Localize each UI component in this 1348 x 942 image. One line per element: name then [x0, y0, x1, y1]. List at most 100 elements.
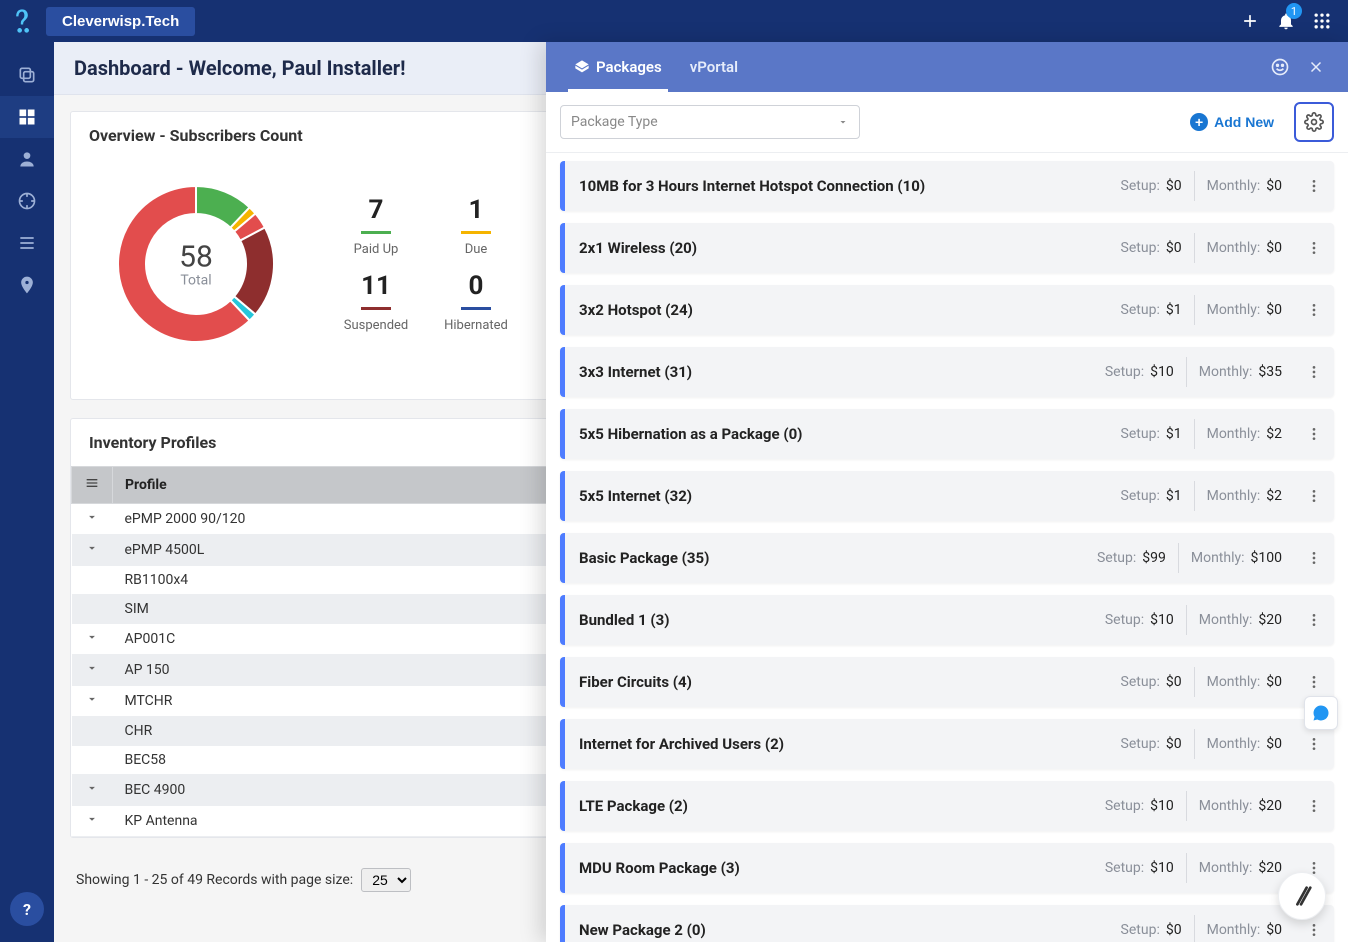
package-card[interactable]: Basic Package (35) Setup:$99 Monthly:$10… [560, 533, 1334, 583]
add-new-button[interactable]: + Add New [1190, 113, 1274, 131]
donut-total-label: Total [179, 273, 213, 289]
more-vert-icon[interactable] [1294, 302, 1334, 318]
package-name: Basic Package (35) [565, 549, 1085, 567]
setup-fee: Setup:$10 [1093, 605, 1186, 635]
page-size-select[interactable]: 25 [361, 868, 411, 892]
package-name: MDU Room Package (3) [565, 859, 1093, 877]
setup-fee: Setup:$0 [1109, 667, 1194, 697]
monthly-fee: Monthly:$2 [1194, 481, 1294, 511]
expand-toggle[interactable] [72, 655, 113, 686]
cell-profile: ePMP 4500L [113, 535, 562, 566]
more-vert-icon[interactable] [1294, 426, 1334, 442]
expand-toggle[interactable] [72, 535, 113, 566]
stat-bar [461, 231, 491, 234]
expand-toggle[interactable] [72, 624, 113, 655]
package-name: New Package 2 (0) [565, 921, 1109, 939]
package-card[interactable]: Internet for Archived Users (2) Setup:$0… [560, 719, 1334, 769]
setup-fee: Setup:$99 [1085, 543, 1178, 573]
tab-packages-label: Packages [596, 58, 662, 76]
package-type-select[interactable]: Package Type [560, 105, 860, 139]
expand-toggle[interactable] [72, 566, 113, 595]
chat-bubble-icon[interactable] [1304, 696, 1338, 730]
expand-toggle[interactable] [72, 806, 113, 837]
monthly-fee: Monthly:$20 [1186, 853, 1294, 883]
package-card[interactable]: 3x2 Hotspot (24) Setup:$1 Monthly:$0 [560, 285, 1334, 335]
monthly-fee: Monthly:$35 [1186, 357, 1294, 387]
package-card[interactable]: Bundled 1 (3) Setup:$10 Monthly:$20 [560, 595, 1334, 645]
stat-cell: 11 Suspended [331, 271, 421, 333]
stat-label: Hibernated [431, 318, 521, 333]
expand-toggle[interactable] [72, 686, 113, 717]
topbar: Cleverwisp.Tech 1 [0, 0, 1348, 42]
package-card[interactable]: Fiber Circuits (4) Setup:$0 Monthly:$0 [560, 657, 1334, 707]
more-vert-icon[interactable] [1294, 488, 1334, 504]
monthly-fee: Monthly:$100 [1178, 543, 1294, 573]
fab-button[interactable] [1278, 872, 1326, 920]
expand-toggle[interactable] [72, 775, 113, 806]
stat-cell: 1 Due [431, 195, 521, 257]
more-vert-icon[interactable] [1294, 674, 1334, 690]
more-vert-icon[interactable] [1294, 922, 1334, 938]
setup-fee: Setup:$0 [1109, 915, 1194, 942]
stat-bar [361, 231, 391, 234]
package-card[interactable]: 5x5 Hibernation as a Package (0) Setup:$… [560, 409, 1334, 459]
sidebar-item-support[interactable] [0, 180, 54, 222]
monthly-fee: Monthly:$0 [1194, 233, 1294, 263]
sidebar-item-dashboard[interactable] [0, 96, 54, 138]
sidebar-item-location[interactable] [0, 264, 54, 306]
table-menu-header[interactable] [72, 467, 113, 504]
package-card[interactable]: 3x3 Internet (31) Setup:$10 Monthly:$35 [560, 347, 1334, 397]
help-icon[interactable]: ? [10, 892, 44, 926]
setup-fee: Setup:$0 [1109, 171, 1194, 201]
sidebar: ? [0, 42, 54, 942]
cell-profile: AP001C [113, 624, 562, 655]
package-card[interactable]: New Package 2 (0) Setup:$0 Monthly:$0 [560, 905, 1334, 942]
bell-icon[interactable]: 1 [1268, 3, 1304, 39]
more-vert-icon[interactable] [1294, 736, 1334, 752]
sidebar-item-user[interactable] [0, 138, 54, 180]
monthly-fee: Monthly:$0 [1194, 729, 1294, 759]
cell-profile: BEC58 [113, 746, 562, 775]
brand-button[interactable]: Cleverwisp.Tech [46, 7, 195, 36]
package-name: Bundled 1 (3) [565, 611, 1093, 629]
add-icon[interactable] [1232, 3, 1268, 39]
package-card[interactable]: LTE Package (2) Setup:$10 Monthly:$20 [560, 781, 1334, 831]
more-vert-icon[interactable] [1294, 798, 1334, 814]
more-vert-icon[interactable] [1294, 550, 1334, 566]
gear-icon[interactable] [1294, 102, 1334, 142]
package-card[interactable]: MDU Room Package (3) Setup:$10 Monthly:$… [560, 843, 1334, 893]
package-card[interactable]: 5x5 Internet (32) Setup:$1 Monthly:$2 [560, 471, 1334, 521]
plus-circle-icon: + [1190, 113, 1208, 131]
cell-profile: BEC 4900 [113, 775, 562, 806]
cell-profile: MTCHR [113, 686, 562, 717]
packages-list: 10MB for 3 Hours Internet Hotspot Connec… [546, 153, 1348, 942]
expand-toggle[interactable] [72, 595, 113, 624]
tab-packages[interactable]: Packages [560, 42, 676, 92]
stat-bar [361, 307, 391, 310]
package-card[interactable]: 10MB for 3 Hours Internet Hotspot Connec… [560, 161, 1334, 211]
close-icon[interactable] [1298, 49, 1334, 85]
stat-value: 11 [331, 271, 421, 301]
package-name: 3x2 Hotspot (24) [565, 301, 1109, 319]
more-vert-icon[interactable] [1294, 364, 1334, 380]
cell-profile: AP 150 [113, 655, 562, 686]
stat-label: Due [431, 242, 521, 257]
more-vert-icon[interactable] [1294, 178, 1334, 194]
smiley-icon[interactable] [1262, 49, 1298, 85]
col-profile[interactable]: Profile [113, 467, 562, 504]
sidebar-item-list[interactable] [0, 222, 54, 264]
package-name: Internet for Archived Users (2) [565, 735, 1109, 753]
expand-toggle[interactable] [72, 717, 113, 746]
expand-toggle[interactable] [72, 746, 113, 775]
setup-fee: Setup:$1 [1109, 481, 1194, 511]
subscribers-donut: 58 Total [101, 169, 291, 359]
more-vert-icon[interactable] [1294, 612, 1334, 628]
expand-toggle[interactable] [72, 504, 113, 535]
apps-grid-icon[interactable] [1304, 3, 1340, 39]
logo-foot-icon [8, 7, 36, 35]
more-vert-icon[interactable] [1294, 240, 1334, 256]
tab-vportal[interactable]: vPortal [676, 42, 752, 92]
sidebar-item-copies[interactable] [0, 54, 54, 96]
package-card[interactable]: 2x1 Wireless (20) Setup:$0 Monthly:$0 [560, 223, 1334, 273]
setup-fee: Setup:$0 [1109, 729, 1194, 759]
